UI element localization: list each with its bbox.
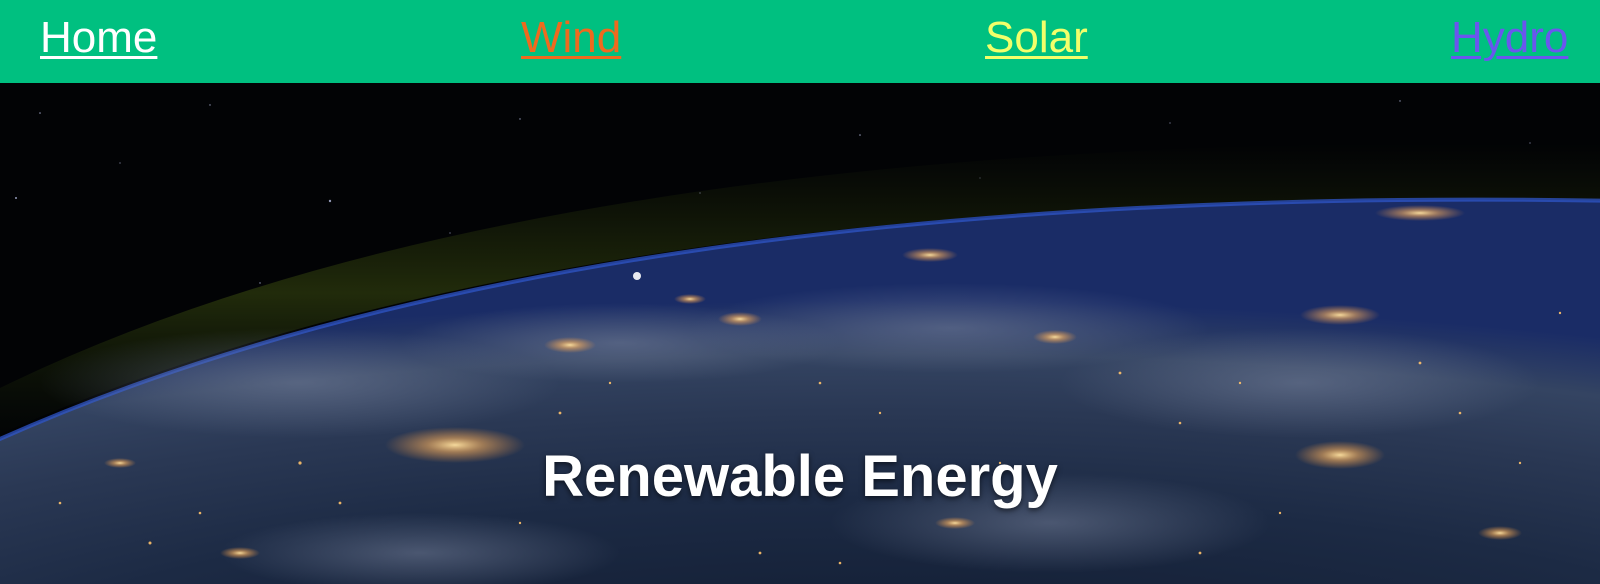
hero-banner: Renewable Energy [0, 83, 1600, 584]
nav-link-home[interactable]: Home [40, 12, 157, 64]
hero-title: Renewable Energy [542, 443, 1058, 509]
nav-link-hydro[interactable]: Hydro [1451, 12, 1568, 64]
top-navigation-bar: Home Wind Solar Hydro [0, 0, 1600, 83]
page: Home Wind Solar Hydro Renewable Energy [0, 0, 1600, 584]
nav-link-wind[interactable]: Wind [521, 12, 621, 64]
nav-link-solar[interactable]: Solar [985, 12, 1088, 64]
